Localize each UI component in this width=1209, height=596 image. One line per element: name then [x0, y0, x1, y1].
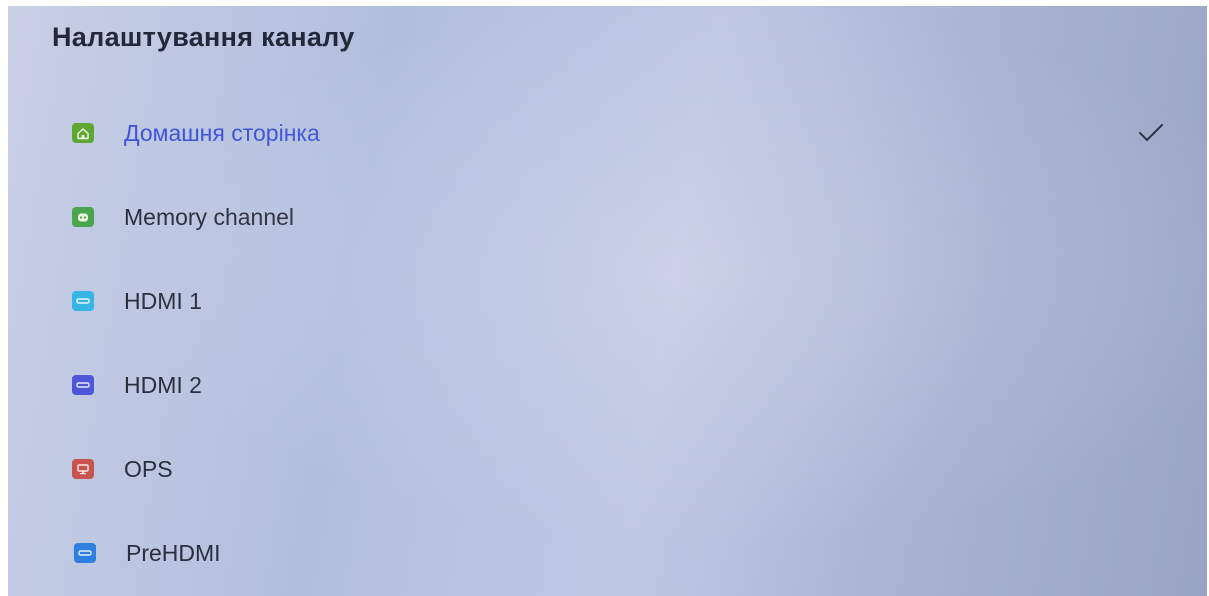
hdmi-port-icon	[72, 375, 94, 395]
channel-item-prehdmi[interactable]: PreHDMI	[8, 511, 1207, 595]
page-title: Налаштування каналу	[52, 22, 355, 52]
channel-item-label: HDMI 2	[124, 371, 202, 398]
channel-item-label: Memory channel	[124, 203, 295, 230]
channel-item-label: HDMI 1	[124, 287, 202, 314]
hdmi-port-icon	[72, 291, 94, 311]
channel-item-memory-channel[interactable]: Memory channel	[8, 175, 1207, 259]
checkmark-icon	[1136, 122, 1166, 144]
channel-settings-screen: Налаштування каналу Домашня сторінка Mem…	[8, 6, 1207, 596]
channel-item-hdmi-1[interactable]: HDMI 1	[8, 259, 1207, 343]
channel-item-label: PreHDMI	[126, 539, 221, 566]
android-icon	[72, 207, 94, 227]
channel-item-label: OPS	[124, 455, 173, 482]
channel-item-home[interactable]: Домашня сторінка	[8, 91, 1207, 175]
home-icon	[72, 123, 94, 143]
channel-list: Домашня сторінка Memory channel HDMI 1 H…	[8, 101, 1207, 596]
channel-item-label: Домашня сторінка	[124, 119, 320, 146]
hdmi-port-icon	[74, 543, 96, 563]
channel-item-ops[interactable]: OPS	[8, 427, 1207, 511]
channel-item-hdmi-2[interactable]: HDMI 2	[8, 343, 1207, 427]
monitor-icon	[72, 459, 94, 479]
